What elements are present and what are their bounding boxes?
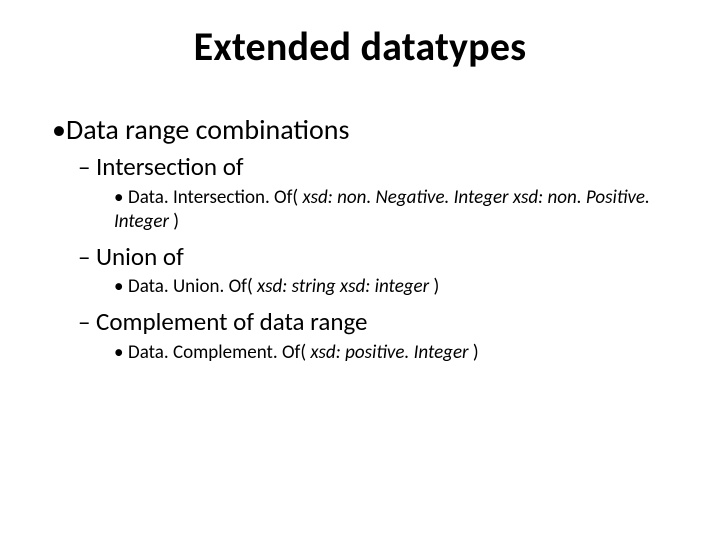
subheading-text: Intersection of — [96, 151, 244, 182]
slide: Extended datatypes •Data range combinati… — [0, 0, 720, 540]
item-args: xsd: string xsd: integer — [257, 275, 433, 298]
item-complement: •Data. Complement. Of( xsd: positive. In… — [114, 341, 672, 366]
item-prefix: Data. Union. Of( — [128, 275, 257, 298]
subheading-intersection: –Intersection of — [78, 151, 672, 184]
item-prefix: Data. Intersection. Of( — [128, 186, 302, 209]
item-prefix: Data. Complement. Of( — [128, 341, 310, 364]
item-suffix: ) — [473, 341, 479, 364]
subheading-text: Complement of data range — [96, 306, 367, 337]
dash-icon: – — [78, 306, 96, 339]
slide-title: Extended datatypes — [0, 22, 720, 71]
bullet-dot: • — [114, 341, 128, 366]
dash-icon: – — [78, 241, 96, 274]
item-union: •Data. Union. Of( xsd: string xsd: integ… — [114, 275, 672, 300]
item-args: xsd: positive. Integer — [310, 341, 472, 364]
subheading-union: –Union of — [78, 241, 672, 274]
bullet-dot: • — [114, 186, 128, 211]
bullet-dot: • — [52, 112, 66, 147]
subheading-text: Union of — [96, 241, 184, 272]
bullet-level1: •Data range combinations — [52, 112, 672, 147]
item-suffix: ) — [433, 275, 439, 298]
dash-icon: – — [78, 151, 96, 184]
slide-body: •Data range combinations –Intersection o… — [52, 112, 672, 371]
bullet-dot: • — [114, 275, 128, 300]
subheading-complement: –Complement of data range — [78, 306, 672, 339]
item-intersection: •Data. Intersection. Of( xsd: non. Negat… — [114, 186, 672, 235]
item-suffix: ) — [173, 210, 179, 233]
bullet-text: Data range combinations — [66, 112, 349, 147]
